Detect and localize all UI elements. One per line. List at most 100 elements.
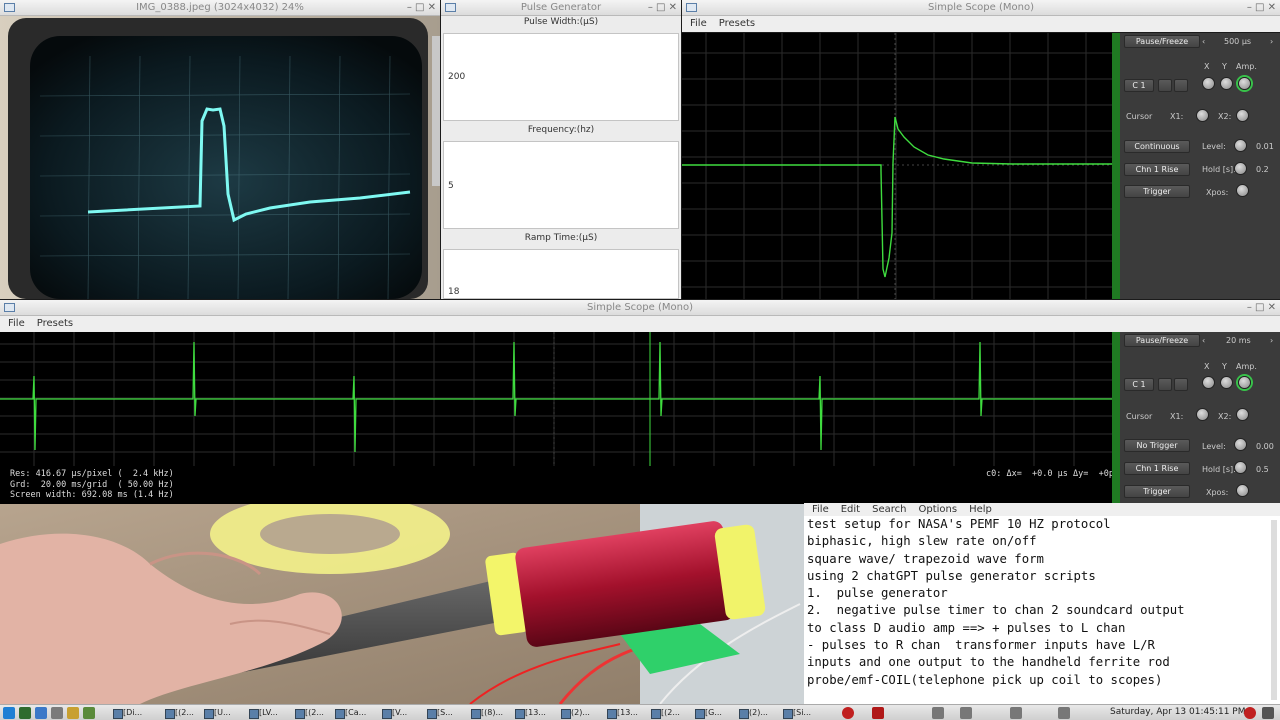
taskbar-item[interactable]: [S...: [426, 706, 453, 720]
pause-freeze-button[interactable]: Pause/Freeze: [1124, 334, 1200, 347]
amp-label: Amp.: [1236, 362, 1257, 371]
menu-file[interactable]: File: [8, 318, 25, 329]
camera-icon[interactable]: [1158, 79, 1172, 92]
trigger-mode-button[interactable]: No Trigger: [1124, 439, 1190, 452]
menu-options[interactable]: Options: [918, 504, 957, 515]
browser-icon[interactable]: [67, 707, 79, 719]
menu-presets[interactable]: Presets: [37, 318, 73, 329]
editor-text-area[interactable]: test setup for NASA's PEMF 10 HZ protoco…: [804, 516, 1280, 704]
taskbar-item[interactable]: [13...: [606, 706, 638, 720]
menu-presets[interactable]: Presets: [719, 18, 755, 29]
xpos-label: Xpos:: [1206, 188, 1229, 197]
camera-icon[interactable]: [1158, 378, 1172, 391]
window-controls[interactable]: – □ ✕: [1247, 300, 1276, 315]
photo-window-titlebar[interactable]: IMG_0388.jpeg (3024x4032) 24% – □ ✕: [0, 0, 440, 16]
volume-icon[interactable]: [960, 707, 972, 719]
editor-line: biphasic, high slew rate on/off: [807, 534, 1037, 549]
window-controls[interactable]: – □ ✕: [407, 0, 436, 15]
editor-scrollbar[interactable]: [1271, 520, 1277, 700]
taskbar-item[interactable]: [U...: [203, 706, 231, 720]
cursor-readout: c0: Δx= +0.0 µs Δy= +0px: [986, 469, 1120, 479]
usb-icon[interactable]: [1058, 707, 1070, 719]
start-menu-icon[interactable]: [3, 707, 15, 719]
x1-knob[interactable]: [1196, 109, 1209, 122]
record-icon[interactable]: [842, 707, 854, 719]
taskbar-item[interactable]: [G...: [694, 706, 722, 720]
network-icon[interactable]: [932, 707, 944, 719]
x2-label: X2:: [1218, 412, 1232, 421]
eye-icon[interactable]: [1174, 378, 1188, 391]
menu-help[interactable]: Help: [969, 504, 992, 515]
window-controls[interactable]: – □ ✕: [1247, 0, 1276, 15]
level-knob[interactable]: [1234, 438, 1247, 451]
scope-top-titlebar[interactable]: Simple Scope (Mono) – □ ✕: [682, 0, 1280, 16]
ramp-time-input[interactable]: 18: [443, 249, 679, 299]
screen-width-info: Screen width: 692.08 ms (1.4 Hz): [10, 490, 174, 500]
pdf-icon[interactable]: [872, 707, 884, 719]
taskbar-item[interactable]: [(2...: [650, 706, 680, 720]
y-knob[interactable]: [1220, 376, 1233, 389]
bluetooth-icon[interactable]: [1010, 707, 1022, 719]
level-knob[interactable]: [1234, 139, 1247, 152]
x-knob[interactable]: [1202, 376, 1215, 389]
level-label: Level:: [1202, 142, 1226, 151]
menu-file[interactable]: File: [690, 18, 707, 29]
taskbar-item[interactable]: [Di...: [112, 706, 142, 720]
x2-knob[interactable]: [1236, 408, 1249, 421]
taskbar-item[interactable]: [LV...: [248, 706, 278, 720]
channel-button[interactable]: C 1: [1124, 79, 1154, 92]
show-desktop-icon[interactable]: [1262, 707, 1274, 719]
window-icon: [686, 3, 697, 12]
timebase-next-icon[interactable]: ›: [1270, 336, 1273, 345]
y-knob[interactable]: [1220, 77, 1233, 90]
x2-knob[interactable]: [1236, 109, 1249, 122]
taskbar-item[interactable]: [(2...: [294, 706, 324, 720]
power-icon[interactable]: [1244, 707, 1256, 719]
taskbar-item[interactable]: (2)...: [738, 706, 768, 720]
taskbar-item[interactable]: (2)...: [560, 706, 590, 720]
scope-bottom-menubar: File Presets: [0, 316, 1280, 332]
scope-top-display[interactable]: [682, 33, 1112, 299]
hold-knob[interactable]: [1234, 461, 1247, 474]
scope-bottom-titlebar[interactable]: Simple Scope (Mono) – □ ✕: [0, 300, 1280, 316]
x-knob[interactable]: [1202, 77, 1215, 90]
x1-knob[interactable]: [1196, 408, 1209, 421]
menu-search[interactable]: Search: [872, 504, 906, 515]
trigger-source-button[interactable]: Chn 1 Rise: [1124, 462, 1190, 475]
taskbar-item[interactable]: [V...: [381, 706, 407, 720]
trigger-button[interactable]: Trigger: [1124, 485, 1190, 498]
trigger-mode-button[interactable]: Continuous: [1124, 140, 1190, 153]
channel-button[interactable]: C 1: [1124, 378, 1154, 391]
scope-bottom-scrollbar[interactable]: [1112, 332, 1120, 504]
trigger-source-button[interactable]: Chn 1 Rise: [1124, 163, 1190, 176]
window-controls[interactable]: – □ ✕: [648, 0, 677, 15]
xpos-knob[interactable]: [1236, 484, 1249, 497]
trigger-button[interactable]: Trigger: [1124, 185, 1190, 198]
eye-icon[interactable]: [1174, 79, 1188, 92]
pause-freeze-button[interactable]: Pause/Freeze: [1124, 35, 1200, 48]
amp-knob[interactable]: [1238, 77, 1251, 90]
file-manager-icon[interactable]: [35, 707, 47, 719]
taskbar-item[interactable]: [(2...: [164, 706, 194, 720]
taskbar-item[interactable]: [Si...: [782, 706, 811, 720]
taskbar-item[interactable]: [13...: [514, 706, 546, 720]
menu-file[interactable]: File: [812, 504, 829, 515]
scope-top-scrollbar[interactable]: [1112, 33, 1120, 299]
amp-knob[interactable]: [1238, 376, 1251, 389]
menu-edit[interactable]: Edit: [841, 504, 860, 515]
taskbar-item[interactable]: [Ca...: [334, 706, 366, 720]
frequency-input[interactable]: 5: [443, 141, 679, 229]
app-launcher-icon[interactable]: [51, 707, 63, 719]
xpos-knob[interactable]: [1236, 184, 1249, 197]
hold-label: Hold [s]:: [1202, 165, 1236, 174]
taskbar-item[interactable]: [(8)...: [470, 706, 503, 720]
pulse-generator-titlebar[interactable]: Pulse Generator – □ ✕: [441, 0, 681, 16]
timebase-prev-icon[interactable]: ‹: [1202, 37, 1205, 46]
pulse-width-input[interactable]: 200: [443, 33, 679, 121]
timebase-prev-icon[interactable]: ‹: [1202, 336, 1205, 345]
hold-knob[interactable]: [1234, 162, 1247, 175]
terminal-icon[interactable]: [19, 707, 31, 719]
clock[interactable]: Saturday, Apr 13 01:45:11 PM: [1110, 707, 1246, 717]
app-launcher-icon[interactable]: [83, 707, 95, 719]
timebase-next-icon[interactable]: ›: [1270, 37, 1273, 46]
